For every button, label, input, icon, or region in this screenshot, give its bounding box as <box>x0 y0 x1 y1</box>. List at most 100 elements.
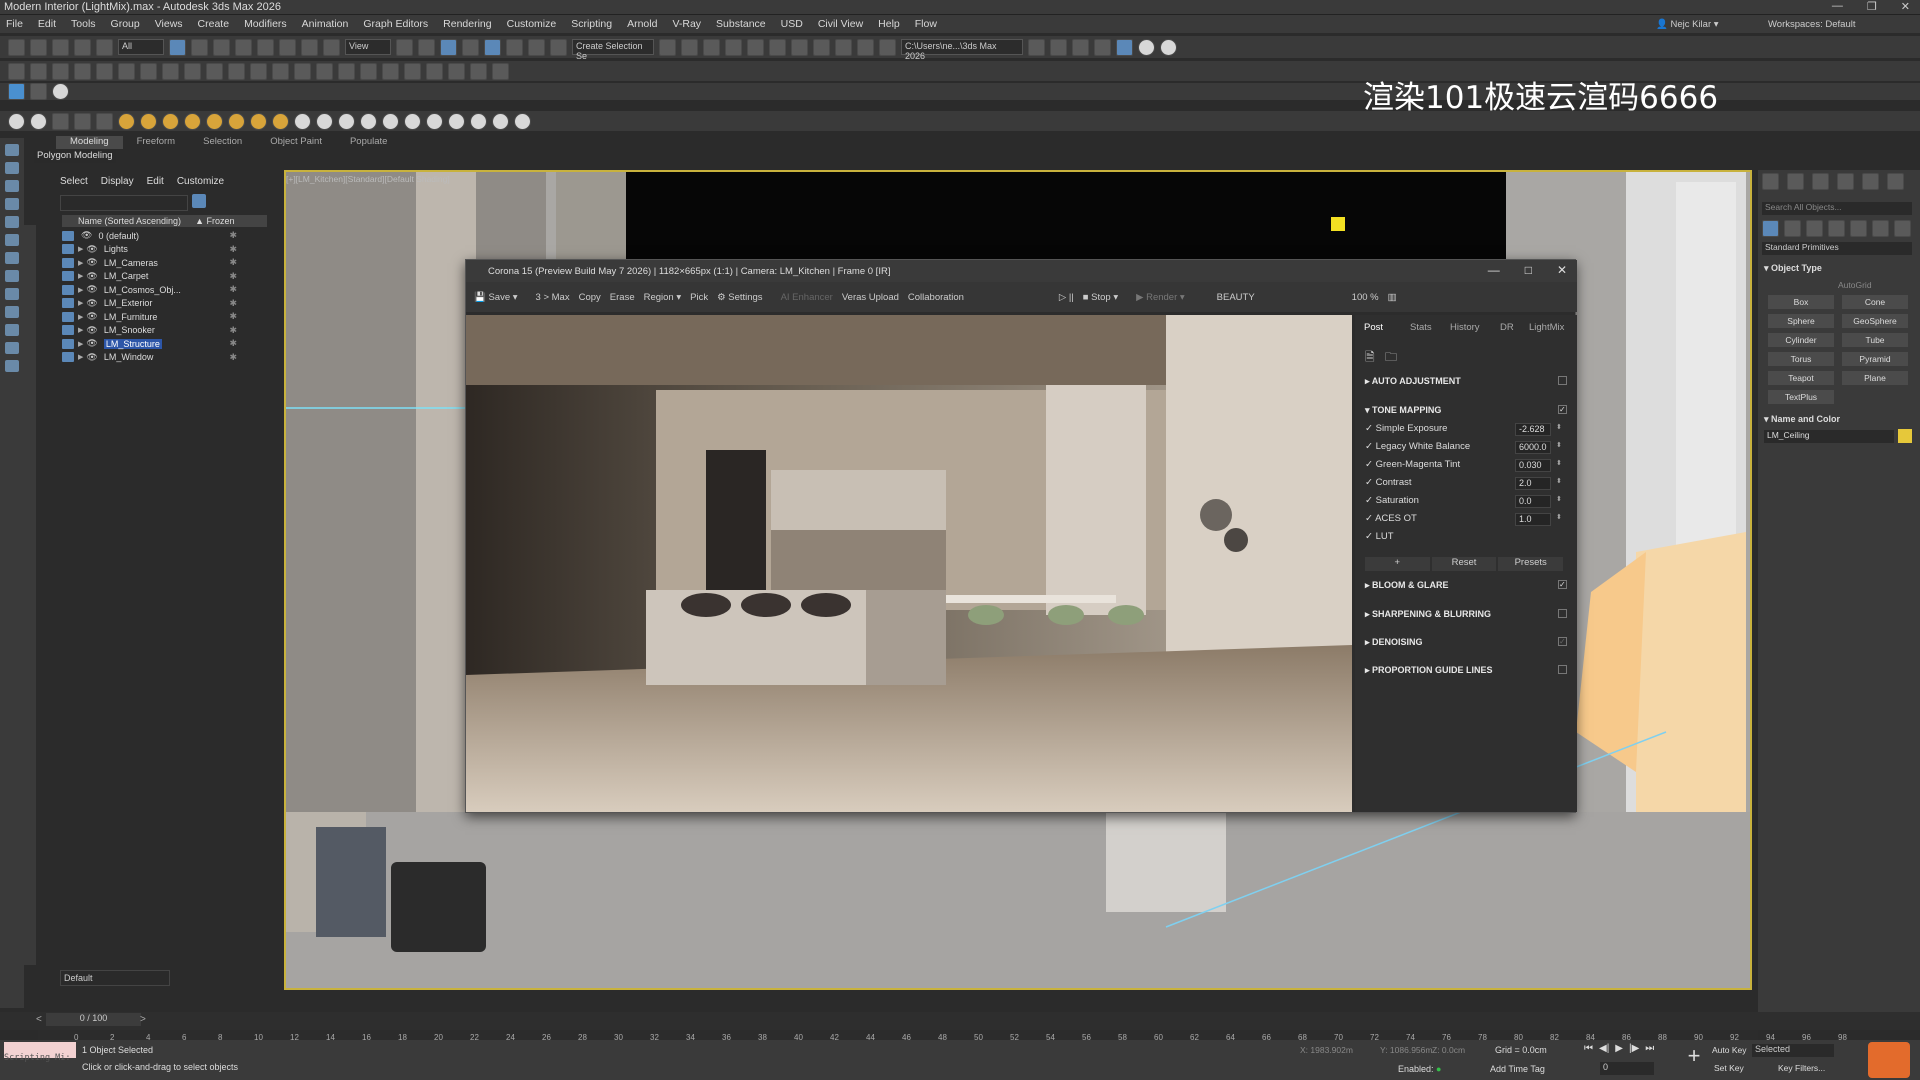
go-end-icon[interactable]: ⏭ <box>1645 1043 1654 1054</box>
set-key-button[interactable]: Set Key <box>1714 1063 1744 1073</box>
primitive-type-dropdown[interactable]: Standard Primitives <box>1762 242 1912 255</box>
render-view-icon[interactable] <box>448 112 465 130</box>
named-selection-dropdown[interactable]: Create Selection Se <box>572 39 654 61</box>
vfb-copy-button[interactable]: Copy <box>579 292 601 303</box>
visibility-eye-icon[interactable]: 👁 <box>86 298 97 309</box>
select-manipulate-icon[interactable] <box>418 38 435 56</box>
prim-teapot-button[interactable]: Teapot <box>1768 371 1834 385</box>
mirror-icon[interactable] <box>659 38 676 56</box>
place-icon[interactable] <box>323 38 340 56</box>
tab-object-paint[interactable]: Object Paint <box>256 136 336 149</box>
tab-post[interactable]: Post <box>1364 322 1383 333</box>
maximize-button[interactable]: ❐ <box>1867 0 1877 15</box>
sphere-light-icon[interactable] <box>162 112 179 130</box>
section-sharpening-blurring[interactable]: ▸ SHARPENING & BLURRING <box>1365 609 1491 620</box>
texture-icon[interactable] <box>338 112 355 130</box>
load-preset-icon[interactable]: 🗀 <box>1385 348 1397 369</box>
search-all-objects-input[interactable]: Search All Objects... <box>1762 202 1912 215</box>
menu-v-ray[interactable]: V-Ray <box>672 18 701 30</box>
param-value-input[interactable]: 0.0 <box>1515 495 1551 508</box>
denoising-checkbox[interactable]: ✓ <box>1558 637 1567 646</box>
visibility-eye-icon[interactable]: 👁 <box>86 257 97 268</box>
decal-icon[interactable] <box>448 62 465 80</box>
tool-grid-icon[interactable] <box>5 360 19 372</box>
tool-display-icon[interactable] <box>5 216 19 228</box>
info-icon[interactable] <box>382 62 399 80</box>
ribbon-polygon-modeling[interactable]: Polygon Modeling <box>34 150 116 163</box>
snap-icon[interactable] <box>462 38 479 56</box>
expand-arrow-icon[interactable]: ▶ <box>78 259 83 267</box>
sharpening-checkbox[interactable] <box>1558 609 1567 618</box>
time-slider-prev-icon[interactable]: < <box>36 1014 42 1025</box>
add-operator-button[interactable]: + <box>1365 557 1430 571</box>
vfb-minimize-button[interactable]: — <box>1488 263 1500 277</box>
corona-logo-icon[interactable] <box>8 83 25 100</box>
key-filters-button[interactable]: Key Filters... <box>1778 1063 1825 1073</box>
vfb-play-icon[interactable]: ▷ || <box>1059 292 1074 303</box>
toolbar-icon-4[interactable] <box>74 112 91 130</box>
link-icon[interactable] <box>52 38 69 56</box>
lights-icon[interactable] <box>1806 220 1823 237</box>
scene-converter-icon[interactable] <box>1160 38 1177 56</box>
menu-views[interactable]: Views <box>155 18 183 30</box>
menu-civil-view[interactable]: Civil View <box>818 18 863 30</box>
hierarchy-tab-icon[interactable] <box>1812 173 1829 190</box>
save-icon[interactable] <box>1072 38 1089 56</box>
spinner-snap-icon[interactable] <box>528 38 545 56</box>
rendered-frame-icon[interactable] <box>835 38 852 56</box>
vfb-panel-toggle-icon[interactable]: ▥ <box>1388 292 1397 303</box>
param-spinner-icon[interactable]: ⬍ <box>1556 495 1562 503</box>
open-icon[interactable] <box>1050 38 1067 56</box>
move-icon[interactable] <box>257 38 274 56</box>
scene-list-item[interactable]: ▶ 👁 LM_Snooker ✱ <box>62 324 267 337</box>
tool-paint-icon[interactable] <box>5 324 19 336</box>
scene-list-item[interactable]: ▶ 👁 LM_Furniture ✱ <box>62 310 267 323</box>
spacewarps-icon[interactable] <box>1872 220 1889 237</box>
angle-snap-icon[interactable] <box>484 38 501 56</box>
param-checkbox[interactable]: ✓ <box>1365 441 1376 452</box>
freeze-toggle-icon[interactable]: ✱ <box>229 325 237 336</box>
tab-stats[interactable]: Stats <box>1410 322 1432 333</box>
visibility-eye-icon[interactable]: 👁 <box>86 352 97 363</box>
select-by-name-icon[interactable] <box>191 38 208 56</box>
render-setup-icon[interactable] <box>813 38 830 56</box>
tone-mapping-checkbox[interactable]: ✓ <box>1558 405 1567 414</box>
area-light-icon[interactable] <box>228 112 245 130</box>
tab-selection[interactable]: Selection <box>189 136 256 149</box>
expand-arrow-icon[interactable]: ▶ <box>78 340 83 348</box>
user-menu[interactable]: 👤 Nejc Kilar ▾ <box>1656 19 1719 30</box>
list-icon[interactable] <box>30 83 47 100</box>
visibility-eye-icon[interactable]: 👁 <box>81 230 92 241</box>
freeze-toggle-icon[interactable]: ✱ <box>229 271 237 282</box>
utilities-tab-icon[interactable] <box>1887 173 1904 190</box>
tool-proc-icon[interactable] <box>5 252 19 264</box>
vfb-pick-button[interactable]: Pick <box>690 292 708 303</box>
align-icon[interactable] <box>681 38 698 56</box>
arnold-logo-icon[interactable] <box>514 112 531 130</box>
coord-z[interactable]: Z: 0.0cm <box>1432 1045 1465 1055</box>
section-denoising[interactable]: ▸ DENOISING <box>1365 637 1423 648</box>
scene-list-item[interactable]: ▶ 👁 Lights ✱ <box>62 243 267 256</box>
schematic-view-icon[interactable] <box>769 38 786 56</box>
bulb-icon[interactable] <box>228 62 245 80</box>
material-editor-icon[interactable] <box>791 38 808 56</box>
layer-dropdown[interactable]: Default <box>60 970 170 986</box>
shapes-icon[interactable] <box>1784 220 1801 237</box>
prim-plane-button[interactable]: Plane <box>1842 371 1908 385</box>
plane-icon[interactable] <box>272 62 289 80</box>
viewport-label[interactable]: [+][LM_Kitchen][Standard][Default Shadin… <box>286 174 450 184</box>
tab-dr[interactable]: DR <box>1500 322 1514 333</box>
time-slider[interactable]: < 0 / 100 > <box>0 1012 1920 1030</box>
scene-menu-display[interactable]: Display <box>101 176 134 187</box>
next-frame-icon[interactable]: |▶ <box>1629 1043 1639 1054</box>
param-value-input[interactable]: 1.0 <box>1515 513 1551 526</box>
selection-filter-dropdown[interactable]: All <box>118 39 164 55</box>
keyboard-shortcut-icon[interactable] <box>440 38 457 56</box>
toolbar-icon-3[interactable] <box>52 112 69 130</box>
helpers-icon[interactable] <box>1850 220 1867 237</box>
shader-icon[interactable] <box>294 112 311 130</box>
tool-vol-icon[interactable] <box>5 288 19 300</box>
param-spinner-icon[interactable]: ⬍ <box>1556 441 1562 449</box>
hierarchy-icon[interactable] <box>30 62 47 80</box>
help-icon[interactable] <box>1138 38 1155 56</box>
